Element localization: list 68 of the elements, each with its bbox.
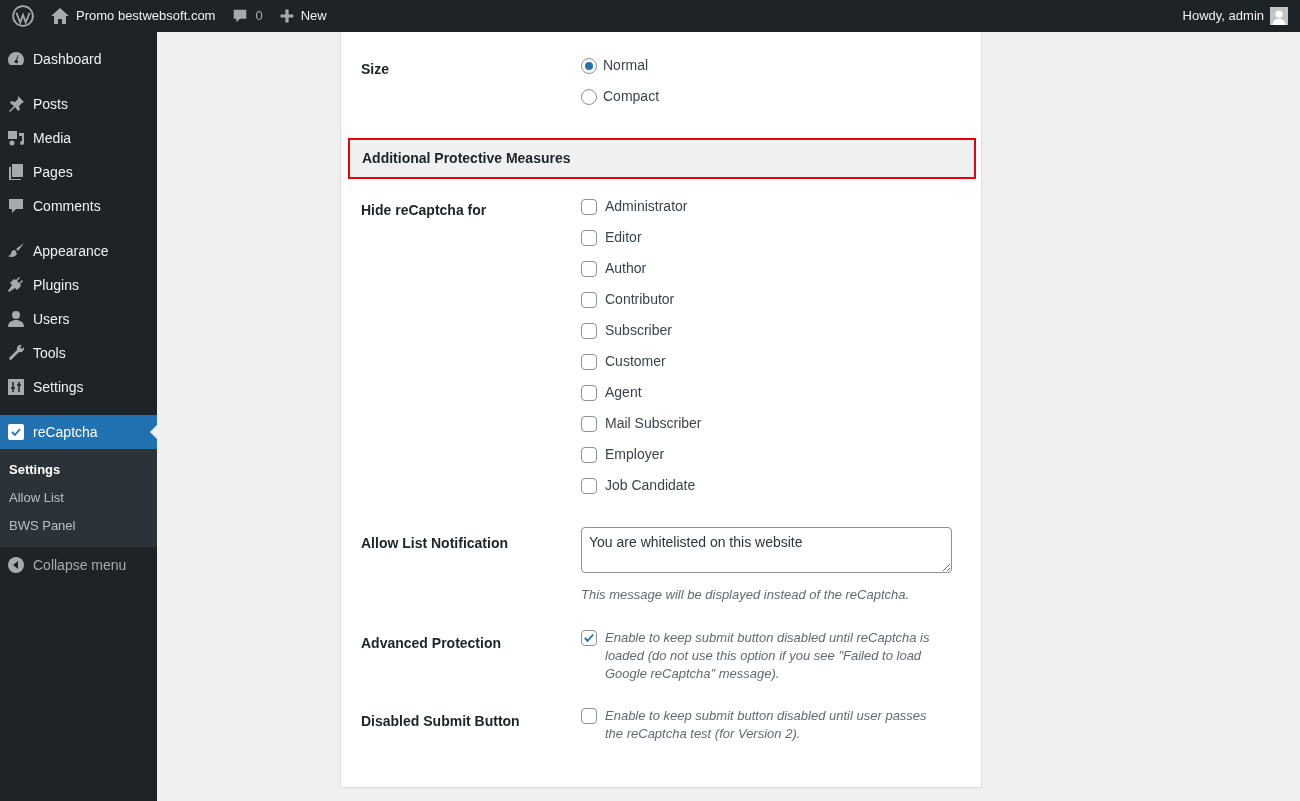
option-label: Author [605,259,647,278]
plug-icon [6,275,26,295]
checkbox[interactable] [581,198,597,215]
option-description: Enable to keep submit button disabled until user passes the reCaptcha test (for Version 2). [605,706,928,743]
wordpress-logo-icon [12,5,34,27]
option-label: Administrator [605,197,688,216]
pages-icon [6,162,26,182]
menu-item[interactable]: Dashboard [0,42,157,76]
avatar-icon [1270,7,1288,25]
collapse-menu-button[interactable]: Collapse menu [0,547,157,583]
checkbox[interactable] [581,229,597,246]
home-icon [50,6,70,26]
section-heading: Additional Protective Measures [348,138,976,179]
new-link[interactable]: New [300,6,327,26]
checkbox[interactable] [581,291,597,308]
option-label: Normal [603,56,649,75]
menu-item[interactable]: Tools [0,336,157,370]
user-icon [6,309,26,329]
submenu-item[interactable]: Allow List [0,484,157,512]
submenu-item[interactable]: Settings [0,456,157,484]
setting-label: Size [361,60,390,79]
checkbox[interactable] [581,353,597,370]
menu-item[interactable]: Comments [0,189,157,223]
checkbox[interactable] [581,707,597,724]
setting-label: Hide reCaptcha for [361,201,488,220]
speech-bubble-icon [6,196,26,216]
menu-item[interactable]: Appearance [0,234,157,268]
menu-item[interactable]: reCaptcha [0,415,157,449]
option-label: Compact [603,87,660,106]
site-name-link[interactable]: Promo bestwebsoft.com [76,6,216,26]
option-label: Customer [605,352,666,371]
checkbox[interactable] [581,260,597,277]
option-label: Job Candidate [605,476,696,495]
option-label: Agent [605,383,642,402]
menu-item[interactable]: Pages [0,155,157,189]
option-label: Mail Subscriber [605,414,702,433]
radio-button[interactable] [581,88,597,105]
setting-label: Allow List Notification [361,534,509,553]
collapse-icon [6,555,26,575]
option-label: Employer [605,445,665,464]
radio-button[interactable] [581,57,597,74]
menu-item[interactable]: Users [0,302,157,336]
checkbox[interactable] [581,415,597,432]
setting-label: Disabled Submit Button [361,711,521,731]
notification-textarea[interactable]: You are whitelisted on this website [581,527,952,573]
checkbox[interactable] [581,384,597,401]
option-label: Subscriber [605,321,672,340]
wrench-icon [6,343,26,363]
option-description: Enable to keep submit button disabled until reCaptcha is loaded (do not use this option if you see "Failed to load Google reCaptcha" message). [605,628,931,683]
checkbox-icon [6,422,26,442]
sliders-icon [6,377,26,397]
plus-icon [278,8,295,24]
help-text: This message will be displayed instead of the reCaptcha. [581,586,911,604]
menu-item[interactable]: Media [0,121,157,155]
menu-item[interactable]: Plugins [0,268,157,302]
option-label: Contributor [605,290,675,309]
checkbox[interactable] [581,629,597,646]
setting-label: Advanced Protection [361,633,503,653]
checkbox[interactable] [581,322,597,339]
menu-item[interactable]: Settings [0,370,157,404]
comment-count[interactable]: 0 [255,6,263,26]
checkbox[interactable] [581,446,597,463]
menu-item[interactable]: Posts [0,87,157,121]
option-label: Editor [605,228,642,247]
media-icon [6,128,26,148]
greeting-link[interactable]: Howdy, admin [1182,6,1264,26]
submenu-item[interactable]: BWS Panel [0,512,157,540]
checkbox[interactable] [581,477,597,494]
